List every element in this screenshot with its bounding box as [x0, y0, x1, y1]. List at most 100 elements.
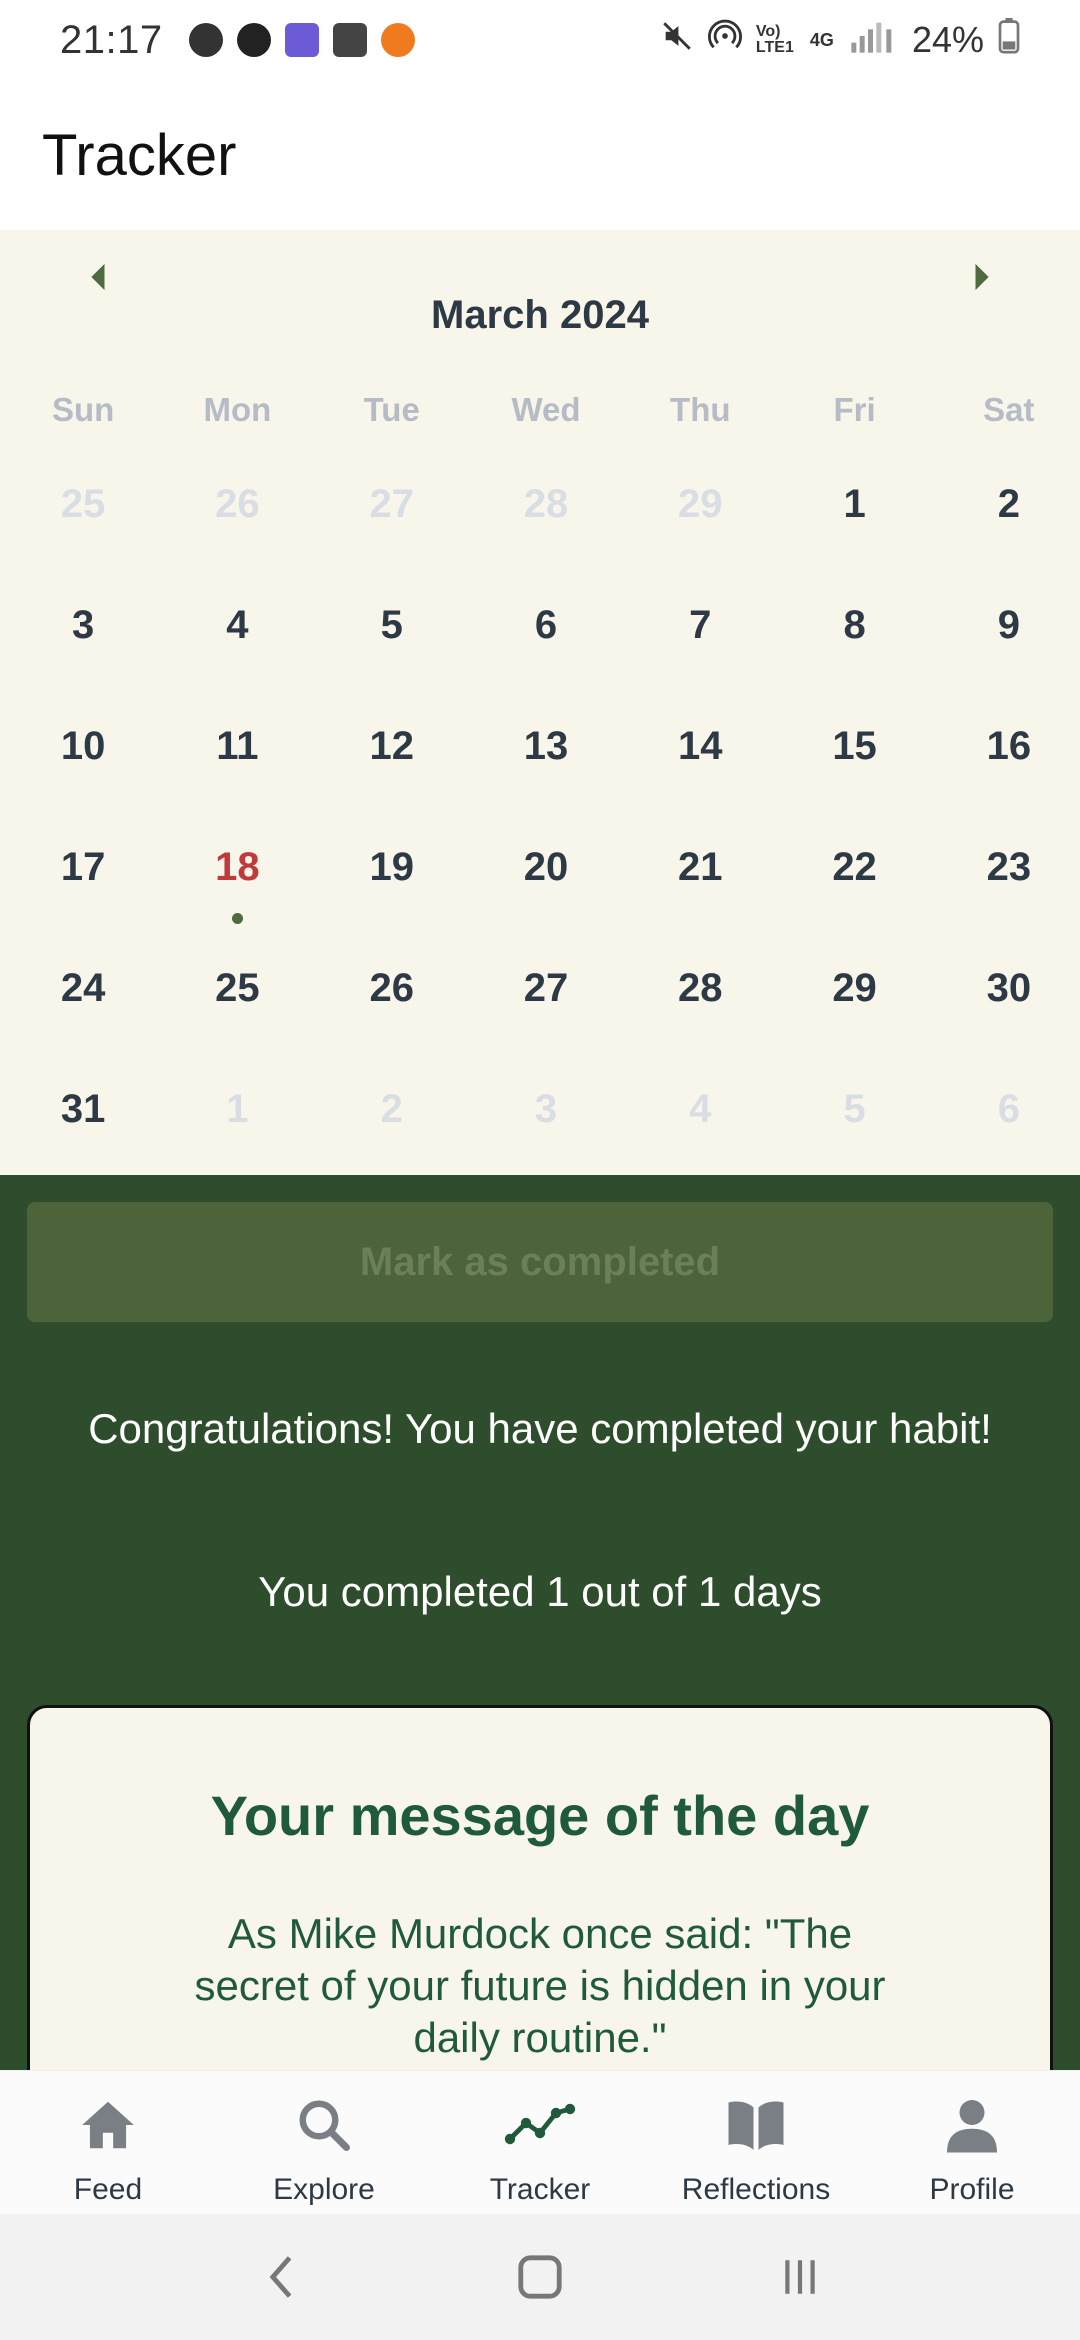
calendar-day[interactable]: 13: [463, 699, 617, 820]
calendar-day-number: 30: [986, 966, 1032, 1010]
calendar-day[interactable]: 31: [0, 1062, 154, 1183]
calendar-day[interactable]: 5: [309, 578, 463, 699]
list-icon: [284, 23, 319, 57]
calendar-day-number: 9: [997, 603, 1020, 647]
day-grid: 25 26 27 28 29 1 2 3 4 5 6 7 8 9 10 11 12 13 14 15 16 17 18 19 2…: [0, 457, 1080, 1183]
calendar-day[interactable]: 15: [771, 699, 925, 820]
calendar-day[interactable]: 20: [463, 820, 617, 941]
calendar-day-number: 27: [369, 482, 414, 526]
calendar-day[interactable]: 4: [154, 578, 308, 699]
calendar-day[interactable]: 21: [617, 820, 771, 941]
calendar-day-number: 29: [832, 966, 877, 1010]
chevron-right-icon: [975, 263, 989, 291]
calendar-day-number: 16: [986, 724, 1032, 768]
calendar-day[interactable]: 5: [771, 1062, 925, 1183]
weekday-label: Wed: [511, 391, 581, 428]
message-card: Your message of the day As Mike Murdock …: [27, 1705, 1053, 2070]
status-time: 21:17: [60, 17, 163, 62]
calendar-day[interactable]: 6: [926, 1062, 1080, 1183]
calendar-day[interactable]: 7: [617, 578, 771, 699]
calendar-day[interactable]: 12: [309, 699, 463, 820]
calendar-day-number: 31: [60, 1087, 106, 1131]
nav-reflections[interactable]: Reflections: [648, 2071, 864, 2214]
calendar-day-number: 22: [832, 845, 877, 889]
nav-explore[interactable]: Explore: [216, 2071, 432, 2214]
nav-label-tracker: Tracker: [489, 2173, 591, 2206]
hotspot-icon: [707, 19, 742, 62]
message-body: As Mike Murdock once said: "The secret o…: [194, 1910, 886, 2061]
volte-label: Vo) LTE1: [755, 23, 794, 56]
calendar-day[interactable]: 19: [309, 820, 463, 941]
system-home-button[interactable]: [500, 2237, 580, 2317]
app-icon: [236, 23, 271, 57]
calendar-day[interactable]: 23: [926, 820, 1080, 941]
calendar-day[interactable]: 3: [0, 578, 154, 699]
calendar-day-number: 20: [523, 845, 569, 889]
calendar-day-number: 3: [72, 603, 95, 647]
nav-label-feed: Feed: [73, 2173, 143, 2206]
calendar-day[interactable]: 26: [154, 457, 308, 578]
calendar-day-number: 19: [369, 845, 414, 889]
calendar-header: March 2024: [0, 270, 1080, 360]
calendar-day-number: 25: [60, 482, 106, 526]
nav-tracker[interactable]: Tracker: [432, 2071, 648, 2214]
calendar-day[interactable]: 17: [0, 820, 154, 941]
system-back-button[interactable]: [240, 2237, 320, 2317]
calendar-day[interactable]: 25: [0, 457, 154, 578]
calendar-day-number: 18: [215, 845, 260, 889]
calendar-day-number: 1: [226, 1087, 249, 1131]
calendar-day[interactable]: 2: [926, 457, 1080, 578]
calendar-day[interactable]: 26: [309, 941, 463, 1062]
calendar-day[interactable]: 24: [0, 941, 154, 1062]
calendar-day[interactable]: 22: [771, 820, 925, 941]
calendar-day-number: 25: [215, 966, 260, 1010]
calendar-day[interactable]: 29: [617, 457, 771, 578]
calendar-day[interactable]: 27: [463, 941, 617, 1062]
app-bar: Tracker: [0, 80, 1080, 230]
trend-icon: [504, 2089, 576, 2161]
calendar-day[interactable]: 2: [309, 1062, 463, 1183]
calendar-day-today[interactable]: 18: [154, 820, 308, 941]
calendar-day-number: 4: [689, 1087, 712, 1131]
calendar-day-number: 13: [523, 724, 569, 768]
calendar-day[interactable]: 3: [463, 1062, 617, 1183]
calendar-day[interactable]: 27: [309, 457, 463, 578]
calendar-day[interactable]: 16: [926, 699, 1080, 820]
calendar-day-number: 26: [215, 482, 260, 526]
signal-icon: [848, 19, 898, 62]
calendar-day-number: 6: [997, 1087, 1020, 1131]
calendar-day[interactable]: 30: [926, 941, 1080, 1062]
battery-icon: [998, 17, 1020, 63]
calendar-day[interactable]: 29: [771, 941, 925, 1062]
weekday-label: Sat: [983, 391, 1035, 428]
weekday-label: Tue: [363, 391, 420, 428]
calendar-day-number: 2: [380, 1087, 403, 1131]
calendar-day[interactable]: 6: [463, 578, 617, 699]
calendar-day[interactable]: 1: [771, 457, 925, 578]
calendar-day-number: 14: [678, 724, 723, 768]
nav-feed[interactable]: Feed: [0, 2071, 216, 2214]
calendar-day[interactable]: 25: [154, 941, 308, 1062]
calendar-day[interactable]: 11: [154, 699, 308, 820]
weekday-label: Fri: [833, 391, 876, 428]
calendar-day-number: 28: [523, 482, 569, 526]
calendar-day[interactable]: 4: [617, 1062, 771, 1183]
completed-dot: [232, 913, 244, 924]
calendar-day[interactable]: 28: [463, 457, 617, 578]
calendar-day[interactable]: 8: [771, 578, 925, 699]
calendar-day-number: 17: [60, 845, 106, 889]
calendar-day[interactable]: 14: [617, 699, 771, 820]
calendar-day[interactable]: 10: [0, 699, 154, 820]
mark-completed-button[interactable]: Mark as completed: [27, 1202, 1053, 1322]
nav-profile[interactable]: Profile: [864, 2071, 1080, 2214]
calendar-day-number: 23: [986, 845, 1032, 889]
calendar-day[interactable]: 9: [926, 578, 1080, 699]
calendar-day-number: 4: [226, 603, 249, 647]
next-month-button[interactable]: [958, 252, 1008, 302]
calendar-day-number: 26: [369, 966, 414, 1010]
weekday-row: Sun Mon Tue Wed Thu Fri Sat: [0, 380, 1080, 440]
calendar-day[interactable]: 28: [617, 941, 771, 1062]
calendar-day[interactable]: 1: [154, 1062, 308, 1183]
message-title: Your message of the day: [210, 1784, 870, 1847]
system-recents-button[interactable]: [760, 2237, 840, 2317]
